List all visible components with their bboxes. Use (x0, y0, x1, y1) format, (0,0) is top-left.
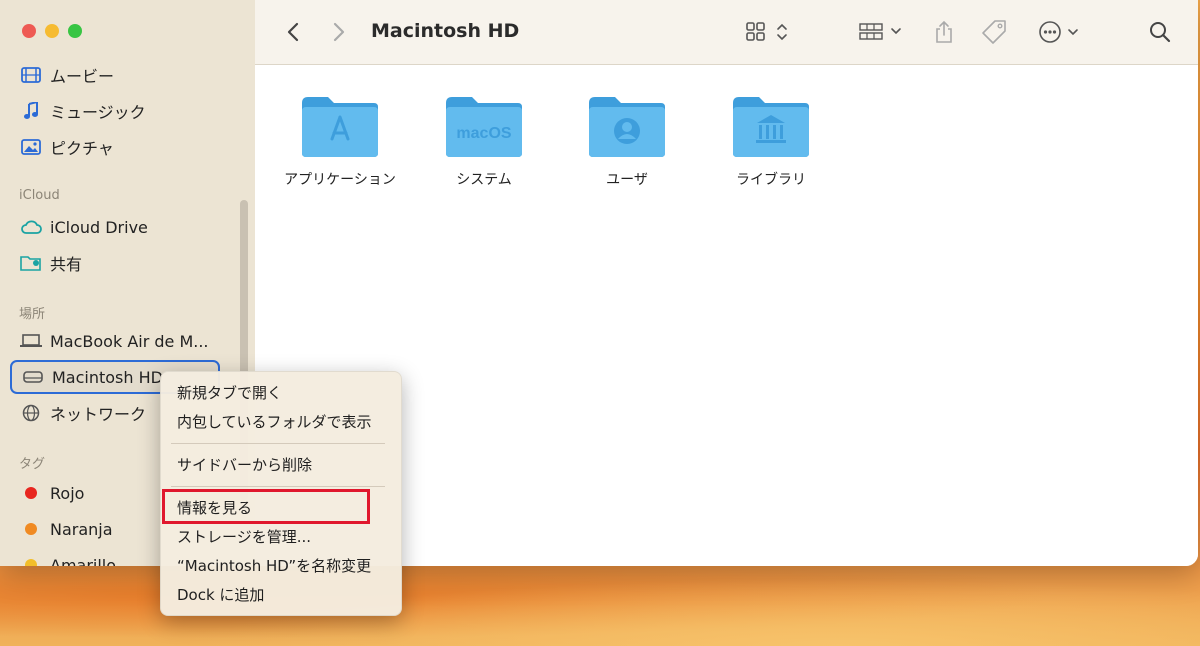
search-icon (1150, 22, 1171, 43)
sidebar-item-label: ムービー (50, 67, 115, 86)
forward-button[interactable] (327, 0, 351, 64)
view-mode-button[interactable] (743, 0, 791, 64)
menu-item-manage-storage[interactable]: ストレージを管理... (177, 525, 311, 549)
tag-color-icon (20, 487, 42, 499)
tag-dot-orange (25, 523, 37, 535)
system-folder-icon: macOS (446, 97, 522, 157)
tag-dot-yellow (25, 559, 37, 566)
tag-color-icon (20, 523, 42, 535)
laptop-icon (20, 333, 42, 349)
sidebar-section-icloud: iCloud (19, 188, 60, 203)
window-title: Macintosh HD (371, 20, 520, 42)
sidebar-item-shared[interactable]: 共有 (10, 246, 220, 280)
users-folder-icon (589, 97, 665, 157)
folder-applications[interactable]: アプリケーション (270, 93, 410, 189)
minimize-window-button[interactable] (45, 24, 59, 38)
menu-item-open-new-tab[interactable]: 新規タブで開く (177, 381, 282, 405)
sidebar-item-label: Macintosh HD (52, 367, 163, 387)
chevron-left-icon (287, 22, 299, 42)
library-folder-icon (733, 97, 809, 157)
tag-icon (982, 20, 1006, 44)
macos-glyph: macOS (456, 125, 511, 142)
tag-color-icon (20, 559, 42, 566)
menu-separator (171, 486, 385, 487)
grid-view-icon (746, 22, 787, 41)
menu-item-rename[interactable]: “Macintosh HD”を名称変更 (177, 554, 371, 578)
highlight-annotation (162, 489, 370, 524)
folder-system[interactable]: macOS システム (414, 93, 554, 189)
applications-folder-icon (302, 97, 378, 157)
window-controls (22, 24, 82, 38)
close-window-button[interactable] (22, 24, 36, 38)
folder-label: システム (456, 172, 512, 188)
back-button[interactable] (281, 0, 305, 64)
sidebar-item-macbook[interactable]: MacBook Air de M... (10, 324, 220, 358)
music-note-icon (20, 102, 42, 120)
chevron-right-icon (333, 22, 345, 42)
sidebar-item-label: Amarillo (50, 555, 117, 567)
sidebar-item-label: Rojo (50, 483, 85, 503)
sidebar-item-label: iCloud Drive (50, 217, 148, 237)
sidebar-item-pictures[interactable]: ピクチャ (10, 130, 220, 164)
more-actions-button[interactable] (1035, 0, 1087, 64)
cloud-icon (20, 219, 42, 235)
sidebar-item-music[interactable]: ミュージック (10, 94, 220, 128)
sidebar-item-label: Naranja (50, 519, 113, 539)
search-button[interactable] (1145, 0, 1175, 64)
menu-separator (171, 443, 385, 444)
menu-item-add-to-dock[interactable]: Dock に追加 (177, 583, 264, 607)
menu-item-remove-from-sidebar[interactable]: サイドバーから削除 (177, 453, 312, 477)
group-button[interactable] (857, 0, 909, 64)
group-icon (859, 23, 901, 40)
menu-item-show-enclosing-folder[interactable]: 内包しているフォルダで表示 (177, 410, 372, 434)
sidebar-item-label: ピクチャ (50, 139, 114, 158)
toolbar: Macintosh HD (255, 0, 1198, 65)
share-button[interactable] (929, 0, 959, 64)
share-icon (936, 20, 952, 43)
sidebar-item-label: MacBook Air de M... (50, 331, 209, 351)
tag-button[interactable] (979, 0, 1009, 64)
sidebar-item-movies[interactable]: ムービー (10, 58, 220, 92)
folder-label: ユーザ (606, 172, 648, 188)
film-icon (20, 67, 42, 83)
sidebar-item-label: ネットワーク (50, 405, 147, 424)
folder-library[interactable]: ライブラリ (701, 93, 841, 189)
shared-folder-icon (20, 254, 42, 272)
sidebar-section-locations: 場所 (19, 307, 46, 322)
zoom-window-button[interactable] (68, 24, 82, 38)
ellipsis-circle-icon (1039, 21, 1078, 43)
sidebar-item-label: ミュージック (50, 103, 146, 122)
folder-label: アプリケーション (284, 172, 396, 188)
sidebar-section-tags: タグ (19, 457, 46, 472)
disk-icon (22, 370, 44, 384)
photo-icon (20, 139, 42, 155)
globe-icon (20, 404, 42, 422)
folder-users[interactable]: ユーザ (557, 93, 697, 189)
sidebar-item-icloud-drive[interactable]: iCloud Drive (10, 210, 220, 244)
tag-dot-red (25, 487, 37, 499)
folder-label: ライブラリ (736, 172, 806, 188)
sidebar-item-label: 共有 (50, 255, 83, 274)
